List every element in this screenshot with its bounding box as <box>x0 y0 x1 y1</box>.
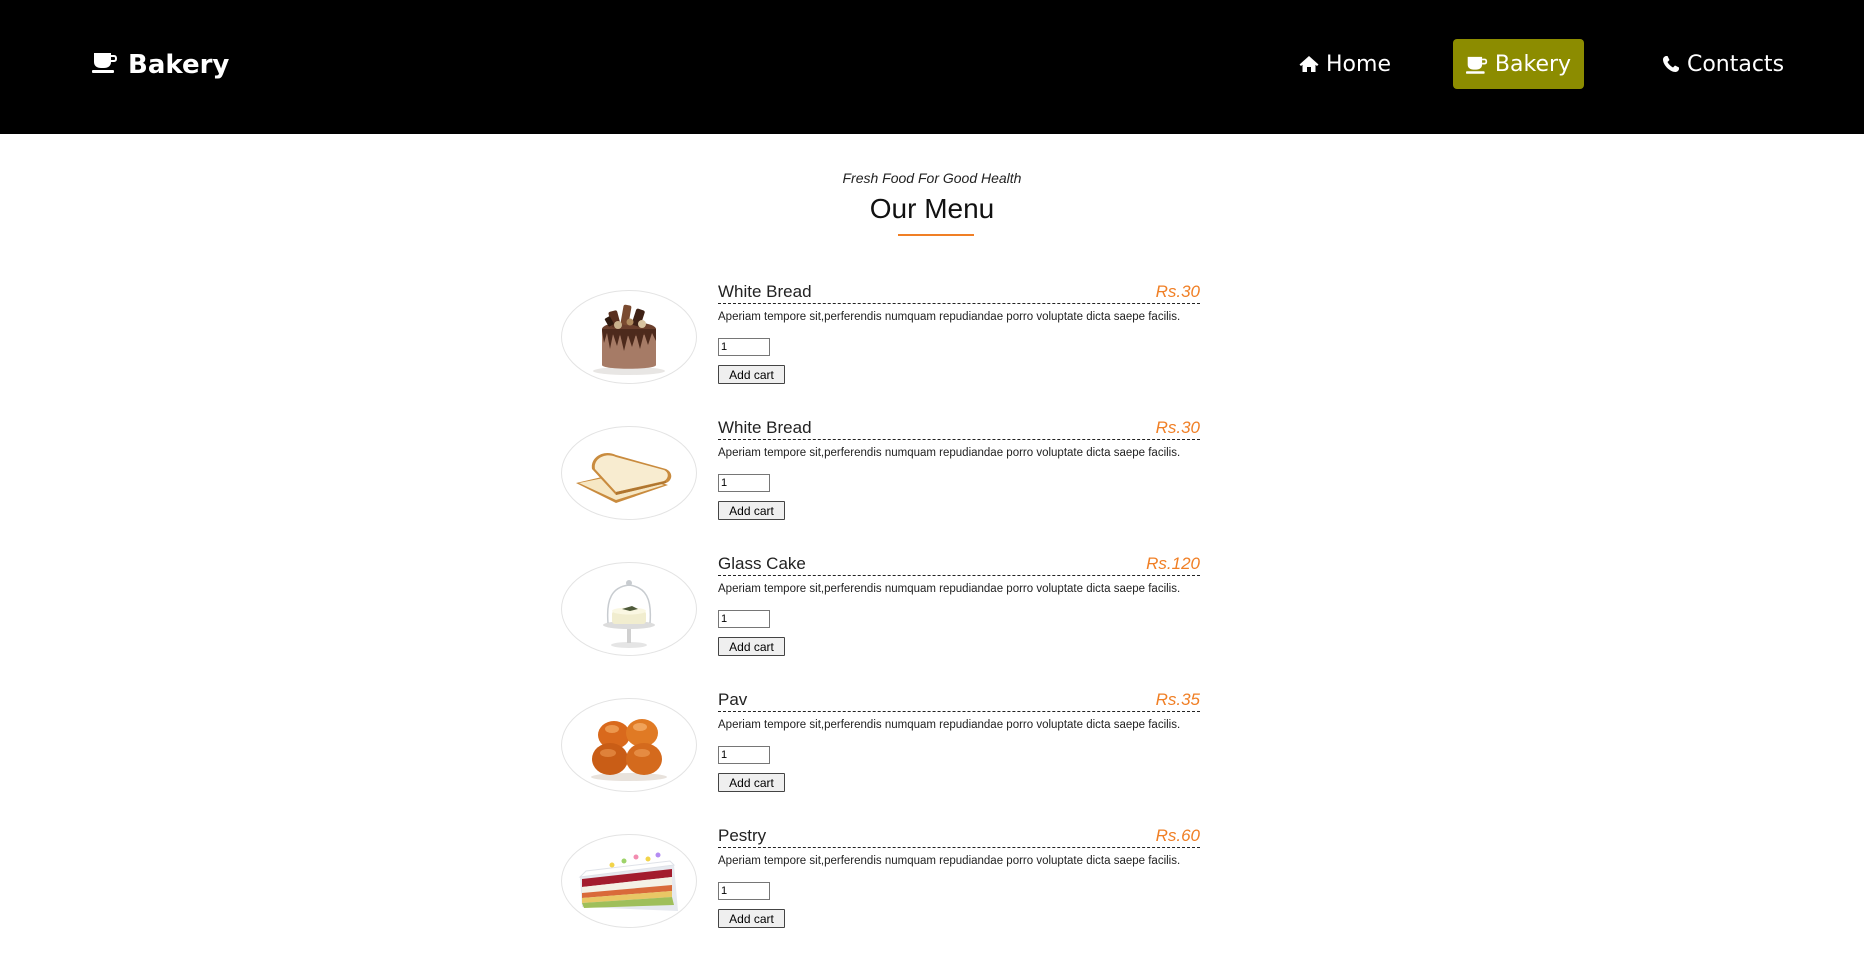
nav-link-label: Home <box>1326 51 1391 77</box>
section-subtitle: Fresh Food For Good Health <box>842 170 1022 186</box>
item-title-row: Pestry Rs.60 <box>718 825 1200 848</box>
chocolate-cake-image <box>561 290 697 384</box>
item-title-row: White Bread Rs.30 <box>718 281 1200 304</box>
phone-icon <box>1662 55 1680 73</box>
menu-item: Glass Cake Rs.120 Aperiam tempore sit,pe… <box>0 553 1864 689</box>
quantity-input[interactable] <box>718 474 770 492</box>
item-name: White Bread <box>718 282 812 301</box>
item-price: Rs.120 <box>1146 554 1200 573</box>
item-name: Pav <box>718 690 748 709</box>
item-title-row: White Bread Rs.30 <box>718 417 1200 440</box>
coffee-cup-icon <box>1465 55 1488 74</box>
nav-link-label: Contacts <box>1686 51 1785 77</box>
nav-link-bakery[interactable]: Bakery <box>1453 39 1584 89</box>
item-price: Rs.60 <box>1155 826 1200 845</box>
menu-item: White Bread Rs.30 Aperiam tempore sit,pe… <box>0 281 1864 417</box>
add-cart-button[interactable]: Add cart <box>718 365 785 384</box>
bread-slices-image <box>561 426 697 520</box>
menu-item: White Bread Rs.30 Aperiam tempore sit,pe… <box>0 417 1864 553</box>
item-description: Aperiam tempore sit,perferendis numquam … <box>718 855 1181 867</box>
nav-link-label: Bakery <box>1494 51 1572 77</box>
quantity-input[interactable] <box>718 338 770 356</box>
glass-cake-image <box>561 562 697 656</box>
item-name: Pestry <box>718 826 767 845</box>
quantity-input[interactable] <box>718 610 770 628</box>
pastry-slice-image <box>561 834 697 928</box>
item-description: Aperiam tempore sit,perferendis numquam … <box>718 583 1181 595</box>
brand-name: Bakery <box>128 50 230 80</box>
add-cart-button[interactable]: Add cart <box>718 637 785 656</box>
home-icon <box>1299 55 1319 73</box>
quantity-input[interactable] <box>718 882 770 900</box>
add-cart-button[interactable]: Add cart <box>718 773 785 792</box>
item-price: Rs.30 <box>1155 418 1200 437</box>
menu-item: Pestry Rs.60 Aperiam tempore sit,perfere… <box>0 825 1864 961</box>
item-description: Aperiam tempore sit,perferendis numquam … <box>718 719 1181 731</box>
item-price: Rs.30 <box>1155 282 1200 301</box>
quantity-input[interactable] <box>718 746 770 764</box>
add-cart-button[interactable]: Add cart <box>718 909 785 928</box>
item-description: Aperiam tempore sit,perferendis numquam … <box>718 311 1181 323</box>
item-title-row: Pav Rs.35 <box>718 689 1200 712</box>
item-name: White Bread <box>718 418 812 437</box>
item-price: Rs.35 <box>1155 690 1200 709</box>
title-underline <box>898 234 974 236</box>
brand-logo[interactable]: Bakery <box>92 48 229 82</box>
section-title: Our Menu <box>869 193 995 224</box>
item-name: Glass Cake <box>718 554 806 573</box>
pav-buns-image <box>561 698 697 792</box>
nav-link-home[interactable]: Home <box>1285 39 1405 89</box>
coffee-cup-icon <box>92 50 118 80</box>
nav-link-contacts[interactable]: Contacts <box>1648 39 1798 89</box>
item-description: Aperiam tempore sit,perferendis numquam … <box>718 447 1181 459</box>
menu-item: Pav Rs.35 Aperiam tempore sit,perferendi… <box>0 689 1864 825</box>
item-title-row: Glass Cake Rs.120 <box>718 553 1200 576</box>
top-navbar: Bakery Home Bakery Contacts <box>0 0 1864 134</box>
add-cart-button[interactable]: Add cart <box>718 501 785 520</box>
